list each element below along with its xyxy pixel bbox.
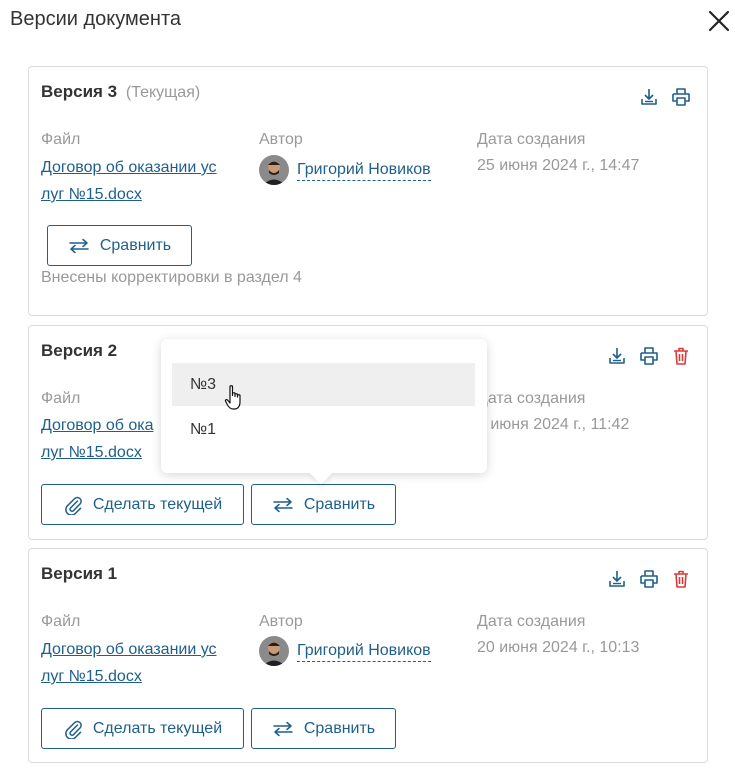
- make-current-button[interactable]: Сделать текущей: [41, 484, 244, 525]
- author-name[interactable]: Григорий Новиков: [297, 641, 431, 662]
- print-button[interactable]: [639, 569, 659, 589]
- close-button[interactable]: [706, 8, 732, 34]
- print-button[interactable]: [671, 87, 691, 107]
- compare-button-label: Сравнить: [303, 719, 376, 737]
- author-label: Автор: [259, 613, 303, 630]
- file-link[interactable]: Договор об оказании ус луг №15.docx: [41, 154, 251, 208]
- author-name[interactable]: Григорий Новиков: [297, 160, 431, 181]
- download-button[interactable]: [607, 569, 627, 589]
- download-icon: [641, 89, 657, 105]
- close-icon: [708, 10, 730, 32]
- make-current-label: Сделать текущей: [92, 495, 223, 513]
- delete-icon: [674, 570, 688, 588]
- compare-button-label: Сравнить: [99, 236, 172, 254]
- compare-arrows-icon: [273, 497, 293, 512]
- delete-button[interactable]: [671, 569, 691, 589]
- compare-arrows-icon: [69, 238, 89, 253]
- modal-title: Версии документа: [10, 8, 182, 30]
- creation-date: 25 июня 2024 г., 14:47: [477, 157, 640, 174]
- current-version-label: (Текущая): [125, 84, 201, 101]
- version-card-3: Версия 3 (Текущая) Файл Автор Дата созда…: [28, 66, 708, 316]
- file-label: Файл: [41, 131, 81, 148]
- file-link-line1: Договор об оказании ус: [41, 159, 217, 176]
- date-label: Дата создания: [477, 613, 586, 630]
- file-label: Файл: [41, 390, 81, 407]
- download-icon: [609, 571, 625, 587]
- make-current-label: Сделать текущей: [92, 719, 223, 737]
- delete-button[interactable]: [671, 346, 691, 366]
- creation-date: 20 июня 2024 г., 10:13: [477, 639, 640, 656]
- dropdown-item-version-3[interactable]: №3: [172, 363, 475, 406]
- compare-button[interactable]: Сравнить: [251, 484, 396, 525]
- version-title: Версия 2: [41, 341, 118, 360]
- author-label: Автор: [259, 131, 303, 148]
- print-icon: [640, 347, 658, 365]
- print-icon: [640, 570, 658, 588]
- version-title-text: Версия 3: [41, 82, 118, 101]
- avatar: [259, 636, 289, 666]
- file-link-line2: луг №15.docx: [41, 668, 142, 685]
- print-button[interactable]: [639, 346, 659, 366]
- date-label: Дата создания: [477, 131, 586, 148]
- dropdown-item-version-1[interactable]: №1: [172, 408, 475, 451]
- version-comment: Внесены корректировки в раздел 4: [41, 269, 302, 286]
- author: Григорий Новиков: [259, 636, 431, 666]
- date-label: Дата создания: [477, 390, 586, 407]
- version-title: Версия 1: [41, 564, 118, 583]
- compare-button-label: Сравнить: [303, 495, 376, 513]
- print-icon: [672, 88, 690, 106]
- compare-button[interactable]: Сравнить: [47, 225, 192, 266]
- compare-button[interactable]: Сравнить: [251, 708, 396, 749]
- download-icon: [609, 348, 625, 364]
- download-button[interactable]: [607, 346, 627, 366]
- creation-date: 4 июня 2024 г., 11:42: [477, 416, 630, 433]
- file-link-line2: луг №15.docx: [41, 186, 142, 203]
- file-link-line1: Договор об оказании ус: [41, 641, 217, 658]
- avatar: [259, 155, 289, 185]
- make-current-button[interactable]: Сделать текущей: [41, 708, 244, 749]
- file-link[interactable]: Договор об оказании ус луг №15.docx: [41, 636, 251, 690]
- compare-arrows-icon: [273, 721, 293, 736]
- author: Григорий Новиков: [259, 155, 431, 185]
- download-button[interactable]: [639, 87, 659, 107]
- version-title: Версия 3 (Текущая): [41, 82, 200, 102]
- delete-icon: [674, 347, 688, 365]
- file-label: Файл: [41, 613, 81, 630]
- version-card-1: Версия 1 Файл Автор Дата создания Догово…: [28, 548, 708, 763]
- hand-cursor-icon: [224, 385, 241, 410]
- compare-version-dropdown: №3 №1: [161, 339, 487, 473]
- paperclip-icon: [65, 720, 82, 739]
- paperclip-icon: [65, 496, 82, 515]
